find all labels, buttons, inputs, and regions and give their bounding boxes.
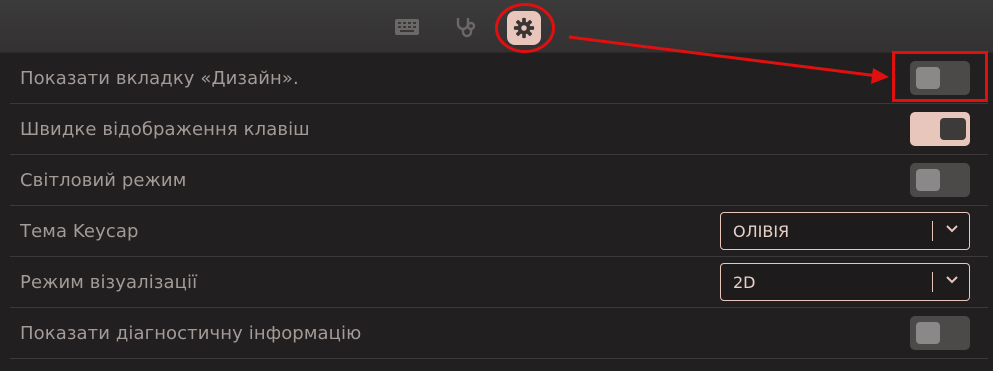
toggle-knob bbox=[916, 169, 940, 191]
keyboard-icon bbox=[395, 19, 419, 35]
quick-keys-toggle[interactable] bbox=[910, 112, 970, 146]
settings-list: Показати вкладку «Дизайн». Швидке відобр… bbox=[10, 53, 988, 359]
gear-icon bbox=[513, 17, 535, 39]
setting-label: Тема Keycap bbox=[20, 220, 139, 242]
setting-row-design-tab: Показати вкладку «Дизайн». bbox=[10, 53, 988, 104]
setting-row-render-mode: Режим візуалізації 2D bbox=[10, 257, 988, 308]
chevron-down-icon bbox=[946, 225, 958, 233]
setting-label: Світловий режим bbox=[20, 169, 187, 191]
select-divider bbox=[932, 221, 933, 241]
chevron-down-icon bbox=[946, 276, 958, 284]
setting-row-diagnostics: Показати діагностичну інформацію bbox=[10, 308, 988, 359]
diagnostics-toggle[interactable] bbox=[910, 316, 970, 350]
diagnostics-tab[interactable] bbox=[450, 12, 480, 42]
stethoscope-icon bbox=[456, 18, 476, 38]
select-divider bbox=[932, 272, 933, 292]
setting-label: Показати діагностичну інформацію bbox=[20, 322, 362, 344]
render-mode-select[interactable]: 2D bbox=[720, 263, 970, 301]
select-value: 2D bbox=[733, 273, 756, 292]
keycap-theme-select[interactable]: ОЛІВІЯ bbox=[720, 212, 970, 250]
light-mode-toggle[interactable] bbox=[910, 163, 970, 197]
setting-label: Режим візуалізації bbox=[20, 271, 198, 293]
select-value: ОЛІВІЯ bbox=[733, 222, 790, 241]
setting-row-keycap-theme: Тема Keycap ОЛІВІЯ bbox=[10, 206, 988, 257]
setting-row-quick-keys: Швидке відображення клавіш bbox=[10, 104, 988, 155]
keyboard-tab[interactable] bbox=[392, 12, 422, 42]
design-tab-toggle[interactable] bbox=[910, 61, 970, 95]
toggle-knob bbox=[940, 118, 966, 140]
top-toolbar bbox=[0, 0, 993, 53]
toggle-knob bbox=[916, 67, 940, 89]
setting-label: Швидке відображення клавіш bbox=[20, 118, 310, 140]
setting-label: Показати вкладку «Дизайн». bbox=[20, 67, 299, 89]
setting-row-light-mode: Світловий режим bbox=[10, 155, 988, 206]
toggle-knob bbox=[916, 322, 940, 344]
settings-tab[interactable] bbox=[507, 11, 541, 45]
